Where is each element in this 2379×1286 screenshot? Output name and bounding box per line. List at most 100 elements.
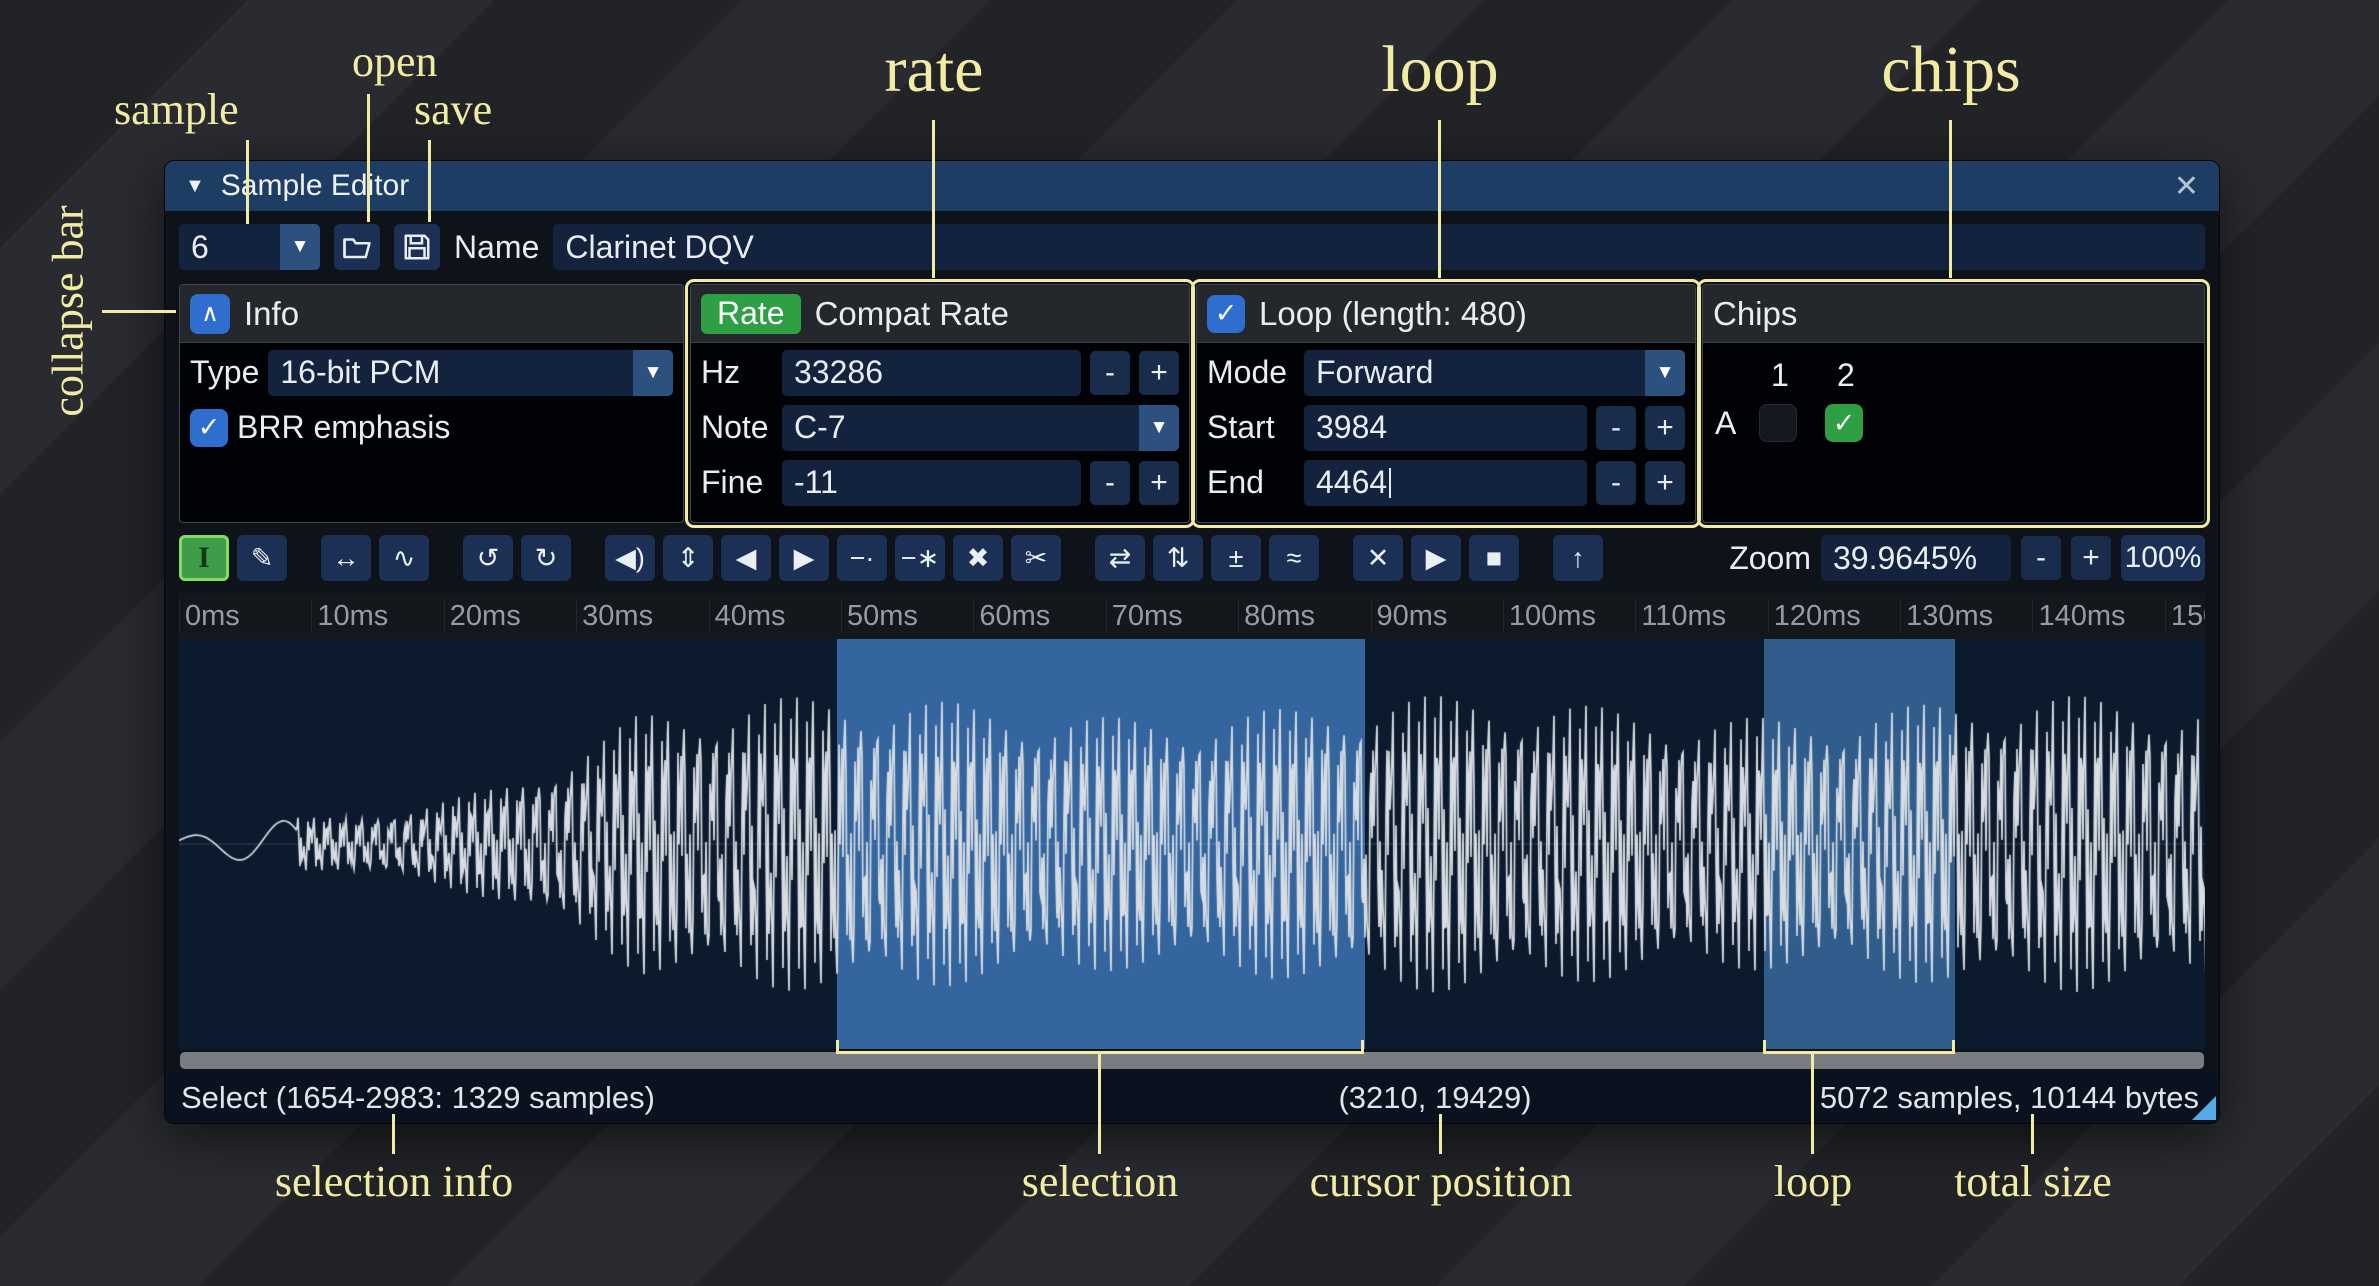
annotation-bracket-selection <box>836 1040 1364 1054</box>
chip-column-2: 2 <box>1825 357 1891 394</box>
save-button[interactable] <box>394 224 440 270</box>
sign-button[interactable]: ± <box>1211 535 1261 581</box>
hz-plus-button[interactable]: + <box>1139 351 1179 395</box>
note-value[interactable]: C-7 <box>782 405 1139 451</box>
brr-emphasis-label: BRR emphasis <box>237 409 450 446</box>
resample-button[interactable]: ∿ <box>379 535 429 581</box>
stop-preview-button[interactable]: ■ <box>1469 535 1519 581</box>
panel-row: ∧ Info Type 16-bit PCM ▼ ✓ BRR emphasis … <box>165 283 2219 523</box>
sample-select[interactable]: 6 ▼ <box>179 224 320 270</box>
zoom-in-button[interactable]: + <box>2071 536 2111 580</box>
rate-panel-title: Compat Rate <box>815 295 1009 333</box>
resize-button[interactable]: ↔ <box>321 535 371 581</box>
resize-grip[interactable] <box>2192 1096 2216 1120</box>
loop-end-minus-button[interactable]: - <box>1596 461 1636 505</box>
time-ruler-label: 10ms <box>311 600 443 633</box>
time-ruler-label: 140ms <box>2032 600 2164 633</box>
hz-input[interactable]: 33286 <box>782 350 1081 396</box>
crossfade-button[interactable]: ✕ <box>1353 535 1403 581</box>
annotation-sample: sample <box>114 84 239 135</box>
rate-mode-button[interactable]: Rate <box>701 294 801 334</box>
zoom-input[interactable]: 39.9645% <box>1821 535 2011 581</box>
fine-input[interactable]: -11 <box>782 460 1081 506</box>
zoom-reset-button[interactable]: 100% <box>2121 535 2205 581</box>
sample-number[interactable]: 6 <box>179 224 280 270</box>
annotation-line-chips <box>1949 120 1952 278</box>
scrollbar-thumb[interactable] <box>180 1052 2204 1069</box>
annotation-bracket-loop <box>1763 1040 1955 1054</box>
loop-end-input[interactable]: 4464 <box>1304 460 1587 506</box>
create-instrument-button[interactable]: ↑ <box>1553 535 1603 581</box>
chip-a1-checkbox[interactable] <box>1759 404 1797 442</box>
preview-button[interactable]: ▶ <box>1411 535 1461 581</box>
chevron-down-icon[interactable]: ▼ <box>1139 405 1179 451</box>
amplify-button[interactable]: ◀) <box>605 535 655 581</box>
time-ruler-label: 120ms <box>1768 600 1900 633</box>
redo-button[interactable]: ↻ <box>521 535 571 581</box>
insert-silence-button[interactable]: −· <box>837 535 887 581</box>
loop-start-input[interactable]: 3984 <box>1304 405 1587 451</box>
close-icon[interactable]: ✕ <box>2174 169 2199 204</box>
fine-label: Fine <box>701 464 773 501</box>
annotation-line-selection <box>1098 1054 1101 1154</box>
loop-mode-value[interactable]: Forward <box>1304 350 1645 396</box>
waveform-canvas[interactable] <box>179 639 2205 1049</box>
chevron-down-icon[interactable]: ▼ <box>280 224 320 270</box>
undo-button[interactable]: ↺ <box>463 535 513 581</box>
type-select[interactable]: 16-bit PCM ▼ <box>268 350 673 396</box>
annotation-save: save <box>414 84 492 135</box>
type-value[interactable]: 16-bit PCM <box>268 350 633 396</box>
loop-panel-title: Loop (length: 480) <box>1259 295 1527 333</box>
time-ruler-label: 20ms <box>444 600 576 633</box>
loop-start-minus-button[interactable]: - <box>1596 406 1636 450</box>
waveform-view[interactable] <box>179 639 2205 1049</box>
time-ruler-label: 100ms <box>1503 600 1635 633</box>
time-ruler-label: 30ms <box>576 600 708 633</box>
time-ruler: 0ms10ms20ms30ms40ms50ms60ms70ms80ms90ms1… <box>179 593 2205 639</box>
window-title: Sample Editor <box>221 169 409 203</box>
trim-button[interactable]: ✂ <box>1011 535 1061 581</box>
loop-mode-select[interactable]: Forward ▼ <box>1304 350 1685 396</box>
chevron-down-icon[interactable]: ▼ <box>1645 350 1685 396</box>
select-tool-button[interactable]: I <box>179 535 229 581</box>
info-panel-header: ∧ Info <box>180 285 683 343</box>
annotation-loop: loop <box>1381 32 1498 108</box>
chip-a2-checkbox[interactable]: ✓ <box>1825 404 1863 442</box>
chevron-up-icon: ∧ <box>201 299 219 328</box>
annotation-selection-info: selection info <box>275 1156 513 1207</box>
zoom-group: Zoom 39.9645%-+100% <box>1729 535 2205 581</box>
sample-header-row: 6 ▼ Name Clarinet DQV <box>165 211 2219 283</box>
brr-emphasis-checkbox[interactable]: ✓ <box>190 409 228 447</box>
normalize-button[interactable]: ⇕ <box>663 535 713 581</box>
zoom-label: Zoom <box>1729 540 1811 577</box>
annotation-cursor-position: cursor position <box>1310 1156 1573 1207</box>
annotation-line-save <box>428 140 431 222</box>
reverse-button[interactable]: ⇄ <box>1095 535 1145 581</box>
loop-start-plus-button[interactable]: + <box>1645 406 1685 450</box>
loop-end-plus-button[interactable]: + <box>1645 461 1685 505</box>
name-input[interactable]: Clarinet DQV <box>553 224 2205 270</box>
note-select[interactable]: C-7 ▼ <box>782 405 1179 451</box>
name-value: Clarinet DQV <box>565 229 754 266</box>
fade-out-button[interactable]: ▶ <box>779 535 829 581</box>
apply-silence-button[interactable]: −∗ <box>895 535 945 581</box>
fade-in-button[interactable]: ◀ <box>721 535 771 581</box>
invert-button[interactable]: ⇅ <box>1153 535 1203 581</box>
chip-row-label: A <box>1715 405 1759 442</box>
loop-panel-header: ✓ Loop (length: 480) <box>1197 285 1695 343</box>
zoom-out-button[interactable]: - <box>2021 536 2061 580</box>
draw-tool-button[interactable]: ✎ <box>237 535 287 581</box>
open-button[interactable] <box>334 224 380 270</box>
fine-plus-button[interactable]: + <box>1139 461 1179 505</box>
titlebar[interactable]: ▼ Sample Editor ✕ <box>165 161 2219 211</box>
fine-minus-button[interactable]: - <box>1090 461 1130 505</box>
loop-enable-checkbox[interactable]: ✓ <box>1207 295 1245 333</box>
window-collapse-icon[interactable]: ▼ <box>185 175 205 198</box>
loop-end-label: End <box>1207 464 1295 501</box>
collapse-bar-button[interactable]: ∧ <box>190 294 230 334</box>
chevron-down-icon[interactable]: ▼ <box>633 350 673 396</box>
hz-minus-button[interactable]: - <box>1090 351 1130 395</box>
delete-button[interactable]: ✖ <box>953 535 1003 581</box>
filter-button[interactable]: ≈ <box>1269 535 1319 581</box>
total-size-text: 5072 samples, 10144 bytes <box>1820 1080 2199 1116</box>
